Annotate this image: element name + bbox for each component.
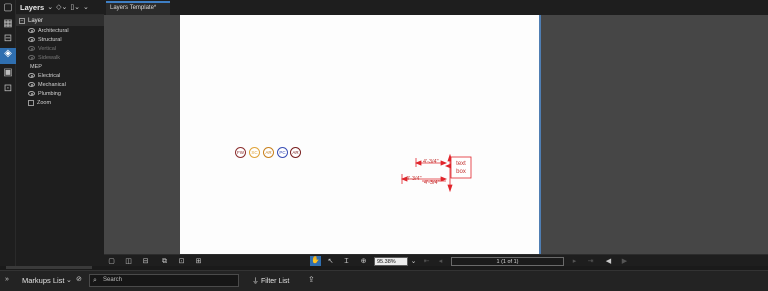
expand-icon[interactable]: » xyxy=(5,276,9,283)
eye-icon[interactable] xyxy=(28,28,35,33)
layer-label: Mechanical xyxy=(38,81,66,88)
chevron-down-icon[interactable]: ⌄ xyxy=(66,276,72,284)
select-text-icon[interactable]: Ɪ xyxy=(342,257,351,266)
dimension-label-bottom-left: 4'-3/4" xyxy=(406,176,422,182)
first-page-icon[interactable]: ⇤ xyxy=(422,257,431,266)
layers-icon[interactable]: ◈ xyxy=(0,48,16,64)
split-horizontal-icon[interactable]: ⊟ xyxy=(141,257,150,266)
sync-icon[interactable]: ⧉ xyxy=(160,257,169,266)
forward-icon[interactable]: ▶ xyxy=(620,257,629,266)
eye-icon[interactable] xyxy=(28,37,35,42)
add-layer-icon[interactable]: ▯⌄ xyxy=(70,3,80,11)
markup-annotations[interactable]: text box 4'-3/4" 4'-3/4" 4'-3/4" xyxy=(180,15,541,254)
collapse-icon[interactable]: − xyxy=(19,17,25,24)
eye-icon[interactable] xyxy=(28,82,35,87)
layer-label: Zoom xyxy=(37,99,52,106)
layer-label: Vertical xyxy=(38,45,57,52)
hide-markups-icon[interactable]: ⊘ xyxy=(76,275,82,283)
eye-icon[interactable] xyxy=(28,91,35,96)
snapshot-icon[interactable]: ⊡ xyxy=(177,257,186,266)
checkbox[interactable] xyxy=(28,99,34,106)
document-page[interactable]: FW SC AR PC AR text box 4'-3/4" 4'-3/4" … xyxy=(180,15,541,254)
layer-group-mep[interactable]: MEP xyxy=(16,62,104,71)
markup-icon[interactable]: ⊡ xyxy=(2,83,14,95)
split-vertical-icon[interactable]: ◫ xyxy=(124,257,133,266)
layers-panel: Layers ⌄ ◇⌄ ▯⌄ ⌄ − Layer Architectural S… xyxy=(16,0,104,266)
select-arrow-icon[interactable]: ↖ xyxy=(326,257,335,266)
chevron-down-icon[interactable]: ⌄ xyxy=(83,3,89,11)
filter-list-button[interactable]: ⏚ Filter List xyxy=(252,276,289,286)
zoom-input[interactable]: 95.38% xyxy=(374,257,408,266)
single-page-icon[interactable]: ▢ xyxy=(107,257,116,266)
app-window: ▢ ▦ ⊟ ◈ ▣ ⊡ Layers ⌄ ◇⌄ ▯⌄ ⌄ − Layer Arc… xyxy=(0,0,768,291)
eye-icon[interactable] xyxy=(28,73,35,78)
layer-group-label: MEP xyxy=(30,63,42,70)
eye-icon[interactable] xyxy=(28,46,35,51)
next-page-icon[interactable]: ▸ xyxy=(570,257,579,266)
toolbox-icon[interactable]: ⊟ xyxy=(2,33,14,45)
layer-item-zoom[interactable]: Zoom xyxy=(16,98,104,107)
dimension-label-top: 4'-3/4" xyxy=(423,159,439,165)
filter-icon: ⏚ xyxy=(252,278,259,285)
grid-icon[interactable]: ⊞ xyxy=(194,257,203,266)
layer-item-electrical[interactable]: Electrical xyxy=(16,71,104,80)
chevron-down-icon[interactable]: ⌄ xyxy=(409,257,418,266)
back-icon[interactable]: ◀ xyxy=(604,257,613,266)
layer-label: Electrical xyxy=(38,72,61,79)
layer-visibility-icon[interactable]: ◇⌄ xyxy=(56,3,67,11)
layer-item-mechanical[interactable]: Mechanical xyxy=(16,80,104,89)
export-icon[interactable]: ⇪ xyxy=(308,275,315,284)
markups-title[interactable]: Markups List xyxy=(22,276,65,285)
zoom-icon[interactable]: ⊕ xyxy=(359,257,368,266)
scrollbar-thumb[interactable] xyxy=(6,266,92,269)
text-box-line1: text xyxy=(456,161,466,167)
layer-item-structural[interactable]: Structural xyxy=(16,35,104,44)
search-placeholder: Search xyxy=(103,277,123,283)
page-number-field[interactable]: 1 (1 of 1) xyxy=(451,257,564,266)
layer-item-sidewalk[interactable]: Sidewalk xyxy=(16,53,104,62)
tab-layers-template[interactable]: Layers Template* xyxy=(106,1,170,15)
text-box-line2: box xyxy=(456,169,466,175)
tab-label: Layers Template* xyxy=(110,5,157,11)
layer-item-architectural[interactable]: Architectural xyxy=(16,26,104,35)
layer-label: Structural xyxy=(38,36,62,43)
last-page-icon[interactable]: ⇥ xyxy=(586,257,595,266)
chevron-down-icon[interactable]: ⌄ xyxy=(47,3,53,11)
layer-label: Plumbing xyxy=(38,90,61,97)
layer-root-row[interactable]: − Layer xyxy=(16,15,104,26)
layer-label: Sidewalk xyxy=(38,54,61,61)
eye-icon[interactable] xyxy=(28,55,35,60)
search-input[interactable]: ⌕ Search xyxy=(89,274,239,287)
filter-label: Filter List xyxy=(260,278,290,285)
document-canvas[interactable]: FW SC AR PC AR text box 4'-3/4" 4'-3/4" … xyxy=(104,15,768,254)
layer-root-label: Layer xyxy=(28,17,44,24)
layer-item-plumbing[interactable]: Plumbing xyxy=(16,89,104,98)
panel-title: Layers xyxy=(20,2,45,12)
dimension-label-bottom-right: 4'-3/4" xyxy=(424,180,440,186)
thumbnails-icon[interactable]: ▦ xyxy=(2,18,14,30)
document-icon[interactable]: ▢ xyxy=(2,2,14,14)
panel-header: Layers ⌄ ◇⌄ ▯⌄ ⌄ xyxy=(16,0,104,15)
document-tab-bar: Layers Template* xyxy=(104,0,768,15)
layer-label: Architectural xyxy=(38,27,69,34)
layer-item-vertical[interactable]: Vertical xyxy=(16,44,104,53)
previous-page-icon[interactable]: ◂ xyxy=(436,257,445,266)
left-icon-rail: ▢ ▦ ⊟ ◈ ▣ ⊡ xyxy=(0,0,16,266)
stamp-icon[interactable]: ▣ xyxy=(2,67,14,79)
markups-bar: » Markups List ⌄ ⊘ ⌕ Search ⏚ Filter Lis… xyxy=(0,270,768,291)
search-icon: ⌕ xyxy=(93,277,97,284)
